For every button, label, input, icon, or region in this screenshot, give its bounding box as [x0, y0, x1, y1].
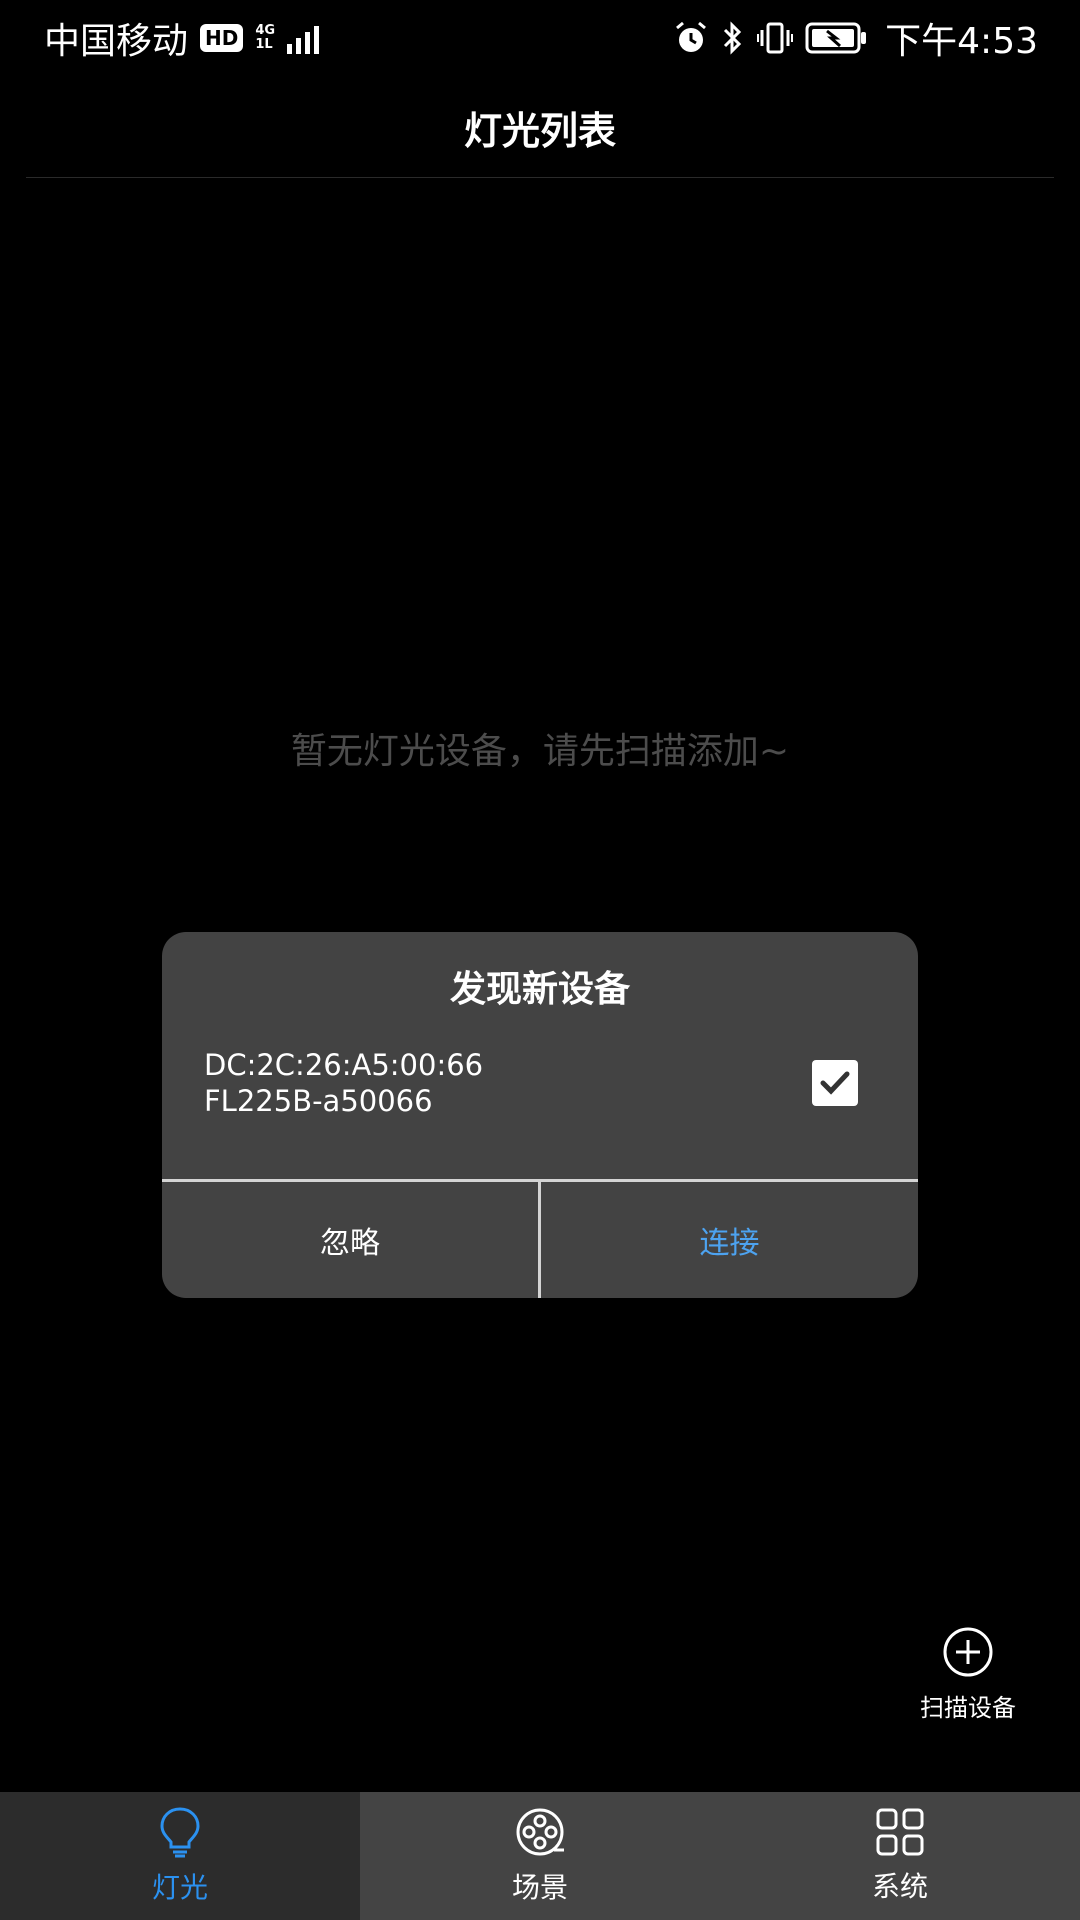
nav-item-scenes[interactable]: 场景 — [360, 1792, 720, 1920]
bulb-icon — [160, 1807, 200, 1858]
scan-device-button[interactable]: 扫描设备 — [908, 1626, 1028, 1723]
alarm-icon — [673, 20, 709, 56]
header-divider — [26, 177, 1054, 178]
empty-state-text: 暂无灯光设备，请先扫描添加~ — [290, 731, 790, 772]
device-name: FL225B-a50066 — [204, 1084, 433, 1118]
nav-label-lights: 灯光 — [151, 1871, 208, 1904]
signal-icon — [287, 22, 327, 54]
carrier-label: 中国移动 — [44, 21, 189, 62]
status-left: 中国移动 HD 4G 1L — [44, 12, 327, 64]
status-right: 下午4:53 — [673, 12, 1038, 64]
nav-label-scenes: 场景 — [511, 1871, 568, 1904]
vibrate-icon — [757, 20, 794, 56]
connect-button[interactable]: 连接 — [541, 1182, 918, 1298]
device-checkbox[interactable] — [812, 1060, 858, 1106]
film-reel-icon — [516, 1808, 564, 1856]
nav-item-lights[interactable]: 灯光 — [0, 1792, 360, 1920]
network-type-bottom: 1L — [255, 37, 273, 52]
new-device-dialog: 发现新设备 DC:2C:26:A5:00:66 FL225B-a50066 忽略… — [162, 932, 918, 1298]
network-type-top: 4G — [255, 23, 276, 38]
grid-icon — [876, 1808, 924, 1856]
hd-badge: HD — [200, 24, 244, 52]
checkmark-icon — [820, 1071, 850, 1095]
add-circle-icon — [908, 1626, 1028, 1678]
nav-item-system[interactable]: 系统 — [720, 1792, 1080, 1920]
network-type: 4G 1L — [255, 24, 275, 52]
bottom-nav: 灯光 场景 系统 — [0, 1792, 1080, 1920]
dialog-title: 发现新设备 — [449, 969, 630, 1010]
device-mac: DC:2C:26:A5:00:66 — [204, 1048, 484, 1082]
battery-icon — [805, 21, 867, 55]
scan-device-label: 扫描设备 — [920, 1694, 1016, 1722]
bluetooth-icon — [721, 20, 745, 56]
nav-label-system: 系统 — [871, 1870, 928, 1903]
status-bar: 中国移动 HD 4G 1L 下午4:53 — [0, 0, 1080, 76]
page-title: 灯光列表 — [463, 108, 616, 153]
clock: 下午4:53 — [885, 21, 1038, 62]
device-info[interactable]: DC:2C:26:A5:00:66 FL225B-a50066 — [204, 1047, 483, 1119]
app-header: 灯光列表 — [0, 76, 1080, 178]
ignore-button[interactable]: 忽略 — [162, 1182, 538, 1298]
